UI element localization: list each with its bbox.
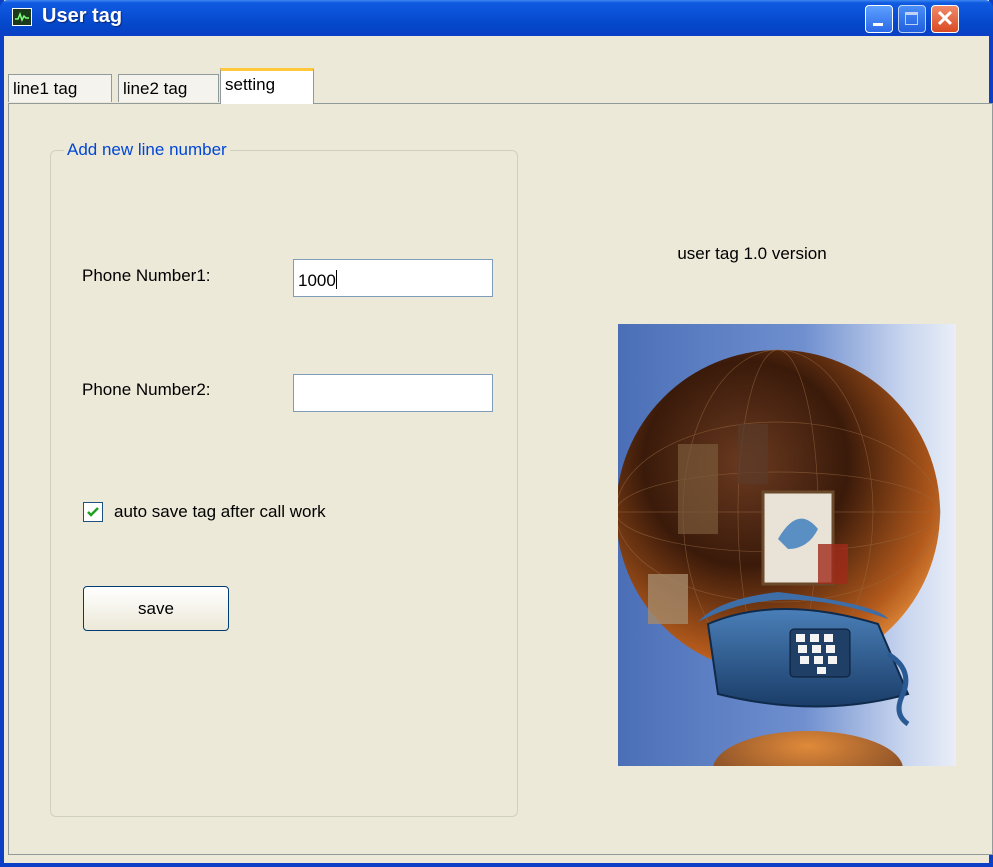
auto-save-label[interactable]: auto save tag after call work xyxy=(114,502,326,522)
globe-telephone-illustration xyxy=(618,324,956,766)
phone-number2-label: Phone Number2: xyxy=(82,380,211,399)
phone-number2-input[interactable] xyxy=(293,374,493,412)
minimize-button[interactable] xyxy=(865,5,893,33)
auto-save-checkbox[interactable] xyxy=(83,502,103,522)
close-button[interactable]: ✕ xyxy=(931,5,959,33)
close-icon: ✕ xyxy=(935,6,955,31)
save-button[interactable]: save xyxy=(83,586,229,631)
phone-number1-input[interactable]: 1000 xyxy=(293,259,493,297)
version-label: user tag 1.0 version xyxy=(677,244,827,263)
maximize-button[interactable] xyxy=(898,5,926,33)
app-icon xyxy=(12,8,32,26)
groupbox-legend: Add new line number xyxy=(64,140,230,160)
app-window: User tag ✕ line1 tag line2 tag setting A… xyxy=(0,0,993,867)
title-bar[interactable]: User tag ✕ xyxy=(0,0,993,36)
tab-line1-tag[interactable]: line1 tag xyxy=(8,74,112,102)
checkmark-icon xyxy=(87,507,99,517)
phone-number1-value: 1000 xyxy=(298,271,336,290)
tab-line2-tag[interactable]: line2 tag xyxy=(118,74,219,102)
window-title: User tag xyxy=(42,5,123,27)
phone-number1-label: Phone Number1: xyxy=(82,266,211,285)
tab-setting[interactable]: setting xyxy=(220,68,314,104)
text-caret xyxy=(335,270,337,289)
add-line-number-groupbox xyxy=(50,150,518,817)
